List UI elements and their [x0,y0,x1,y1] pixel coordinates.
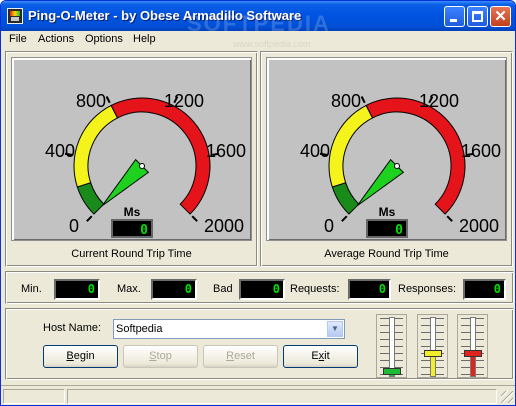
max-label: Max. [117,283,141,295]
close-icon: ✕ [494,8,507,25]
slider-thumb[interactable] [464,350,482,357]
current-gauge: 0 400 800 1200 1600 2000 Ms 0 [45,91,246,238]
slider-thumb[interactable] [424,350,442,357]
bad-value: 0 [239,279,285,300]
gauge-green-band [76,182,105,215]
begin-label-mnemonic: B [66,350,74,362]
gauge-yellow-band [73,104,119,188]
min-label: Min. [21,283,42,295]
gauge-tick [360,96,366,104]
gauge-needle-hub [394,163,400,169]
average-gauge: 0 400 800 1200 1600 2000 Ms 0 [300,91,501,238]
gauge-red-band [110,97,211,215]
requests-value: 0 [348,279,391,300]
gauge-tick-label-1200: 1200 [164,91,204,111]
gauge-tick [86,215,93,222]
gauge-unit-label: Ms [124,205,141,219]
controls-panel: Host Name: ▼ Begin Stop Reset Exit [5,308,514,380]
gauge-lcd-value: 0 [395,223,403,238]
responses-value: 0 [463,279,506,300]
current-gauge-face: 0 400 800 1200 1600 2000 Ms 0 [11,57,252,241]
slider-groove [430,317,436,377]
slider-fill [471,354,475,376]
gauge-tick-label-2000: 2000 [204,216,244,236]
average-gauge-face: 0 400 800 1200 1600 2000 Ms 0 [266,57,507,241]
gauge-tick-label-800: 800 [76,91,106,111]
app-icon[interactable] [7,8,23,24]
maximize-icon [472,11,483,22]
exit-label-rest: it [324,350,330,362]
status-cell-1 [3,389,65,404]
gauge-lcd-value: 0 [140,223,148,238]
minimize-button[interactable] [444,6,465,27]
reset-label-rest: eset [234,350,255,362]
gauge-tick-label-1600: 1600 [206,141,246,161]
host-name-input[interactable] [116,321,326,337]
menu-file[interactable]: File [9,33,27,45]
host-name-combobox[interactable]: ▼ [113,319,345,339]
min-value: 0 [54,279,100,300]
gauge-unit-label: Ms [379,205,396,219]
gauge-needle-hub [139,163,145,169]
requests-label: Requests: [290,283,340,295]
reset-label-mnemonic: R [226,350,235,362]
maximize-button[interactable] [467,6,488,27]
resize-grip-icon[interactable] [501,391,513,403]
reset-button[interactable]: Reset [203,345,278,368]
app-window: Ping-O-Meter - by Obese Armadillo Softwa… [0,0,516,406]
gauge-tick-label-1200: 1200 [419,91,459,111]
slider-fill [431,354,435,376]
current-gauge-panel: 0 400 800 1200 1600 2000 Ms 0 Current Ro… [5,51,258,267]
watermark-url: www.softpedia.com [233,39,311,49]
red-slider[interactable] [457,314,488,378]
average-gauge-caption: Average Round Trip Time [324,248,449,260]
close-button[interactable]: ✕ [490,6,511,27]
gauge-tick-label-0: 0 [324,216,334,236]
slider-thumb[interactable] [383,368,401,375]
stop-button[interactable]: Stop [123,345,198,368]
stop-label-rest: top [156,350,172,362]
exit-label-prefix: E [311,350,319,362]
menu-help[interactable]: Help [133,33,156,45]
bad-label: Bad [213,283,233,295]
gauge-green-band [331,182,360,215]
status-bar [1,385,515,405]
green-slider[interactable] [376,314,407,378]
title-bar[interactable]: Ping-O-Meter - by Obese Armadillo Softwa… [1,1,515,36]
gauge-tick-label-400: 400 [300,141,330,161]
stop-label-mnemonic: S [149,350,157,362]
gauge-tick [191,215,198,222]
gauge-tick [341,215,348,222]
slider-groove [470,317,476,377]
chevron-down-icon[interactable]: ▼ [327,321,343,337]
gauge-tick [105,96,111,104]
gauge-yellow-band [328,104,374,188]
gauge-tick-label-400: 400 [45,141,75,161]
begin-label-rest: egin [73,350,95,362]
menu-actions[interactable]: Actions [38,33,74,45]
current-gauge-caption: Current Round Trip Time [71,248,192,260]
gauge-tick [446,215,453,222]
minimize-icon [450,19,457,22]
begin-button[interactable]: Begin [43,345,118,368]
stats-panel: Min. 0 Max. 0 Bad 0 Requests: 0 Response… [5,271,514,304]
menu-options[interactable]: Options [85,33,123,45]
host-name-label: Host Name: [43,322,102,334]
average-gauge-panel: 0 400 800 1200 1600 2000 Ms 0 Average Ro… [260,51,513,267]
gauge-tick-label-1600: 1600 [461,141,501,161]
exit-button[interactable]: Exit [283,345,358,368]
gauge-red-band [365,97,466,215]
gauge-tick-label-800: 800 [331,91,361,111]
max-value: 0 [151,279,197,300]
status-cell-2 [67,389,497,404]
responses-label: Responses: [398,283,457,295]
gauge-tick-label-2000: 2000 [459,216,499,236]
yellow-slider[interactable] [417,314,448,378]
gauge-tick-label-0: 0 [69,216,79,236]
